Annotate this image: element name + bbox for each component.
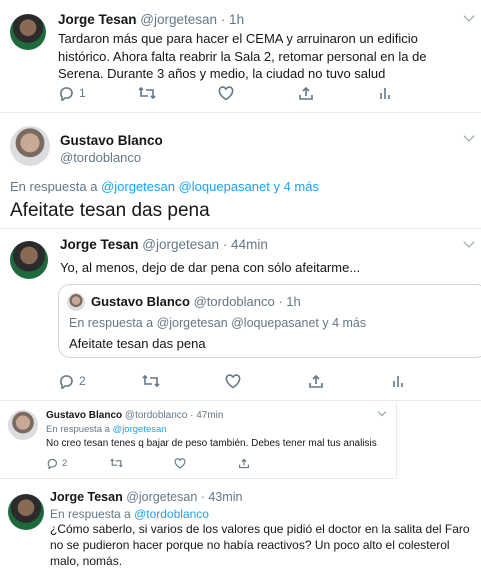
analytics-button[interactable] <box>378 86 392 100</box>
quoted-author-name: Gustavo Blanco <box>91 294 190 309</box>
timestamp[interactable]: · 43min <box>201 490 243 504</box>
retweet-button[interactable] <box>138 86 156 100</box>
reply-icon <box>60 374 73 389</box>
chevron-down-icon[interactable] <box>377 407 387 417</box>
reply-icon <box>47 458 57 469</box>
avatar[interactable] <box>8 494 44 530</box>
reply-count: 1 <box>79 86 86 100</box>
quoted-timestamp: · 1h <box>278 294 301 309</box>
quoted-text: Afeitate tesan das pena <box>69 336 206 351</box>
avatar <box>67 293 85 311</box>
like-icon <box>174 457 186 469</box>
reply-targets: @jorgetesan @loquepasanet y 4 más <box>156 316 367 330</box>
reply-targets[interactable]: @jorgetesan <box>113 424 167 435</box>
author-name[interactable]: Jorge Tesan <box>60 237 139 252</box>
like-button[interactable] <box>174 457 186 469</box>
author-name[interactable]: Gustavo Blanco <box>46 410 122 421</box>
reply-context: En respuesta a @jorgetesan @loquepasanet… <box>10 179 319 194</box>
author-handle[interactable]: @jorgetesan <box>142 237 219 252</box>
analytics-button[interactable] <box>391 374 405 388</box>
quoted-reply-context: En respuesta a @jorgetesan @loquepasanet… <box>69 316 366 330</box>
author-name[interactable]: Jorge Tesan <box>58 12 137 27</box>
divider <box>0 478 396 479</box>
chevron-down-icon[interactable] <box>463 236 475 248</box>
retweet-icon <box>138 86 156 100</box>
retweet-icon <box>110 458 123 468</box>
tweet-text: ¿Cómo saberlo, si varios de los valores … <box>50 522 470 568</box>
reply-targets[interactable]: @tordoblanco <box>134 507 209 521</box>
avatar[interactable] <box>10 14 46 50</box>
divider <box>0 400 481 401</box>
reply-prefix: En respuesta a <box>69 316 154 330</box>
reply-count: 2 <box>62 457 68 469</box>
divider <box>0 228 481 229</box>
retweet-button[interactable] <box>110 458 123 468</box>
reply-count: 2 <box>79 374 86 388</box>
quoted-author-handle: @tordoblanco <box>193 294 275 309</box>
reply-prefix: En respuesta a <box>46 424 110 435</box>
share-icon <box>239 458 249 468</box>
like-icon <box>225 373 241 388</box>
tweet-text: Tardaron más que para hacer el CEMA y ar… <box>58 31 427 82</box>
author-handle[interactable]: @tordoblanco <box>125 410 187 421</box>
author-handle[interactable]: @tordoblanco <box>60 150 141 165</box>
screenshot-edge <box>396 402 397 478</box>
share-icon <box>299 86 313 100</box>
reply-button[interactable]: 2 <box>58 374 86 389</box>
reply-button[interactable]: 1 <box>58 86 86 101</box>
analytics-icon <box>393 376 403 387</box>
reply-prefix: En respuesta a <box>10 179 98 194</box>
author-name[interactable]: Gustavo Blanco <box>60 133 163 148</box>
avatar[interactable] <box>10 241 48 279</box>
avatar[interactable] <box>10 126 50 166</box>
share-button[interactable] <box>238 458 250 469</box>
quoted-tweet[interactable]: Gustavo Blanco @tordoblanco · 1h En resp… <box>58 284 481 358</box>
retweet-icon <box>142 374 160 388</box>
like-button[interactable] <box>218 85 234 101</box>
share-button[interactable] <box>308 374 324 389</box>
author-name[interactable]: Jorge Tesan <box>50 490 123 504</box>
tweet-text: Yo, al menos, dejo de dar pena con sólo … <box>60 260 361 275</box>
reply-context: En respuesta a @tordoblanco <box>50 507 209 521</box>
share-icon <box>309 374 323 388</box>
author-handle[interactable]: @jorgetesan <box>140 12 217 27</box>
reply-button[interactable]: 2 <box>46 458 67 469</box>
share-button[interactable] <box>298 86 314 101</box>
analytics-icon <box>380 88 390 99</box>
avatar[interactable] <box>8 410 38 440</box>
like-icon <box>218 85 234 100</box>
divider <box>0 112 481 113</box>
author-handle[interactable]: @jorgetesan <box>126 490 197 504</box>
tweet-text: Afeitate tesan das pena <box>10 200 210 221</box>
timestamp[interactable]: · 47min <box>190 410 223 421</box>
tweet-actions: 2 <box>58 372 478 390</box>
tweet-actions: 2 <box>46 456 386 470</box>
timestamp[interactable]: · 44min <box>223 237 268 252</box>
reply-icon <box>60 86 73 101</box>
tweet-actions: 1 <box>58 84 478 102</box>
like-button[interactable] <box>225 373 241 389</box>
reply-targets[interactable]: @jorgetesan @loquepasanet y 4 más <box>101 179 319 194</box>
reply-prefix: En respuesta a <box>50 507 131 521</box>
reply-context: En respuesta a @jorgetesan <box>46 424 167 435</box>
tweet-text: No creo tesan tenes q bajar de peso tamb… <box>46 438 377 449</box>
retweet-button[interactable] <box>142 374 160 388</box>
chevron-down-icon[interactable] <box>463 130 475 142</box>
timestamp[interactable]: · 1h <box>221 12 244 27</box>
chevron-down-icon[interactable] <box>463 10 475 22</box>
